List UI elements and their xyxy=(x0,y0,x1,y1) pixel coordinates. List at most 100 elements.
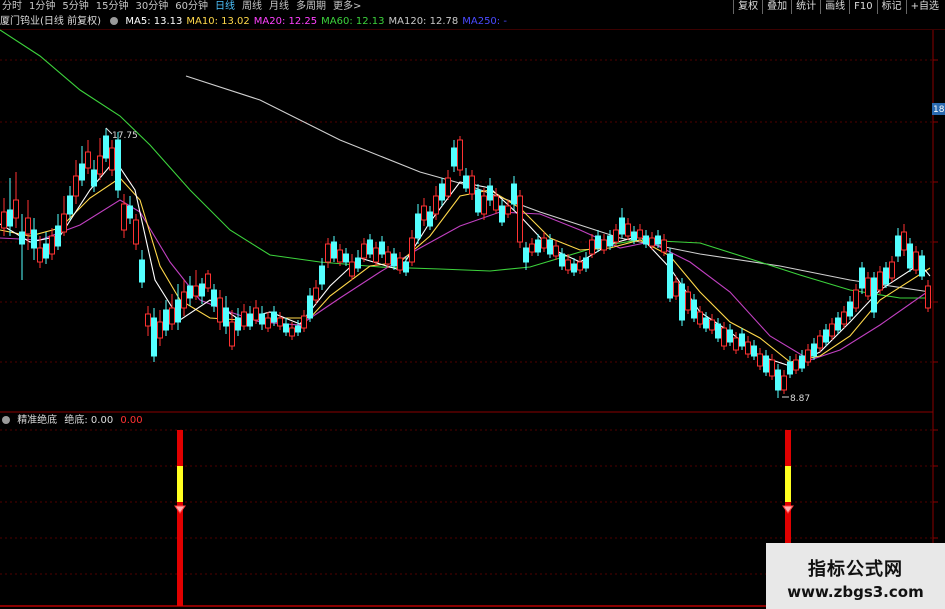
indicator-name[interactable]: 精准绝底 xyxy=(17,415,57,426)
candle-body-125 xyxy=(751,345,757,357)
candle-body-91 xyxy=(547,239,553,255)
candle-body-120 xyxy=(721,327,727,347)
candle-body-50 xyxy=(301,315,307,329)
candle-body-145 xyxy=(871,277,877,313)
candle-body-7 xyxy=(43,243,49,259)
candle-body-150 xyxy=(901,231,907,251)
candle-body-116 xyxy=(697,311,703,325)
candle-body-58 xyxy=(349,261,355,277)
ind-bar-right-top xyxy=(785,430,791,466)
candle-body-93 xyxy=(559,253,565,267)
candle-body-31 xyxy=(187,285,193,299)
ind-bar-right-mid xyxy=(785,466,791,502)
candle-body-104 xyxy=(625,223,631,237)
candle-body-61 xyxy=(367,239,373,255)
candle-body-137 xyxy=(823,329,829,343)
candle-body-108 xyxy=(649,237,655,247)
candle-body-64 xyxy=(385,251,391,265)
candle-body-132 xyxy=(793,359,799,371)
kline-chart[interactable]: 17.75 8.87 18 xyxy=(0,0,945,609)
candle-body-49 xyxy=(295,325,301,333)
candle-body-103 xyxy=(619,217,625,235)
watermark-url: www.zbgs3.com xyxy=(787,583,924,601)
ma120-line xyxy=(185,75,931,293)
candle-body-22 xyxy=(133,219,139,245)
candle-body-148 xyxy=(889,261,895,279)
candle-body-20 xyxy=(121,203,127,231)
candle-body-55 xyxy=(331,241,337,259)
candle-body-25 xyxy=(151,317,157,357)
candle-body-29 xyxy=(175,299,181,323)
candle-body-23 xyxy=(139,259,145,283)
candle-body-115 xyxy=(691,299,697,319)
candle-body-118 xyxy=(709,319,715,331)
candle-body-42 xyxy=(253,307,259,321)
candle-body-100 xyxy=(601,239,607,251)
candle-body-39 xyxy=(235,317,241,331)
candle-body-109 xyxy=(655,235,661,245)
candle-body-129 xyxy=(775,369,781,391)
candle-body-144 xyxy=(865,277,871,297)
candle-body-82 xyxy=(493,195,499,211)
candle-body-65 xyxy=(391,253,397,267)
candle-body-67 xyxy=(403,261,409,273)
candle-body-63 xyxy=(379,241,385,255)
candle-body-52 xyxy=(313,287,319,301)
candle-body-95 xyxy=(571,263,577,273)
candle-body-139 xyxy=(835,317,841,331)
candle-body-43 xyxy=(259,313,265,325)
candle-body-26 xyxy=(157,321,163,339)
candle-body-21 xyxy=(127,205,133,219)
candle-body-78 xyxy=(469,175,475,195)
candle-body-92 xyxy=(553,245,559,257)
candle-body-153 xyxy=(919,255,925,277)
candle-body-14 xyxy=(85,151,91,169)
candle-body-48 xyxy=(289,327,295,337)
candle-body-46 xyxy=(277,317,283,327)
candle-body-121 xyxy=(727,329,733,343)
current-price-text: 18 xyxy=(933,105,945,115)
candle-body-105 xyxy=(631,231,637,241)
candle-body-131 xyxy=(787,361,793,375)
candle-body-96 xyxy=(577,261,583,271)
candle-body-5 xyxy=(31,229,37,249)
candle-body-112 xyxy=(673,281,679,297)
candle-body-56 xyxy=(337,249,343,263)
candle-body-38 xyxy=(229,321,235,347)
candle-body-59 xyxy=(355,257,361,269)
site-watermark: 指标公式网 www.zbgs3.com xyxy=(766,543,945,609)
candle-body-17 xyxy=(103,135,109,159)
ind-bar-left-diamond-icon xyxy=(174,505,186,514)
candle-body-45 xyxy=(271,311,277,323)
candle-body-140 xyxy=(841,311,847,325)
candle-body-102 xyxy=(613,229,619,243)
indicator-value: 0.00 xyxy=(120,415,143,426)
candle-body-151 xyxy=(907,243,913,269)
low-price-label: 8.87 xyxy=(790,394,810,404)
candle-body-154 xyxy=(925,285,931,309)
candle-body-75 xyxy=(451,147,457,167)
candle-body-15 xyxy=(91,169,97,187)
candle-body-1 xyxy=(7,209,13,227)
candle-body-28 xyxy=(169,307,175,325)
candle-body-13 xyxy=(79,163,85,181)
watermark-title: 指标公式网 xyxy=(808,559,903,580)
candle-body-11 xyxy=(67,195,73,215)
candle-body-35 xyxy=(211,289,217,307)
candle-body-122 xyxy=(733,337,739,351)
candle-body-84 xyxy=(505,205,511,215)
candle-body-81 xyxy=(487,185,493,201)
candle-body-101 xyxy=(607,235,613,247)
candle-body-88 xyxy=(529,243,535,253)
candle-body-72 xyxy=(433,195,439,215)
candle-body-74 xyxy=(445,177,451,197)
candle-body-36 xyxy=(217,297,223,323)
candle-body-90 xyxy=(541,237,547,249)
candle-body-53 xyxy=(319,265,325,285)
candle-body-77 xyxy=(463,175,469,189)
indicator-settings-icon[interactable] xyxy=(2,416,10,424)
candle-body-71 xyxy=(427,211,433,227)
candle-body-69 xyxy=(415,213,421,239)
candle-body-98 xyxy=(589,239,595,255)
candle-body-54 xyxy=(325,243,331,263)
